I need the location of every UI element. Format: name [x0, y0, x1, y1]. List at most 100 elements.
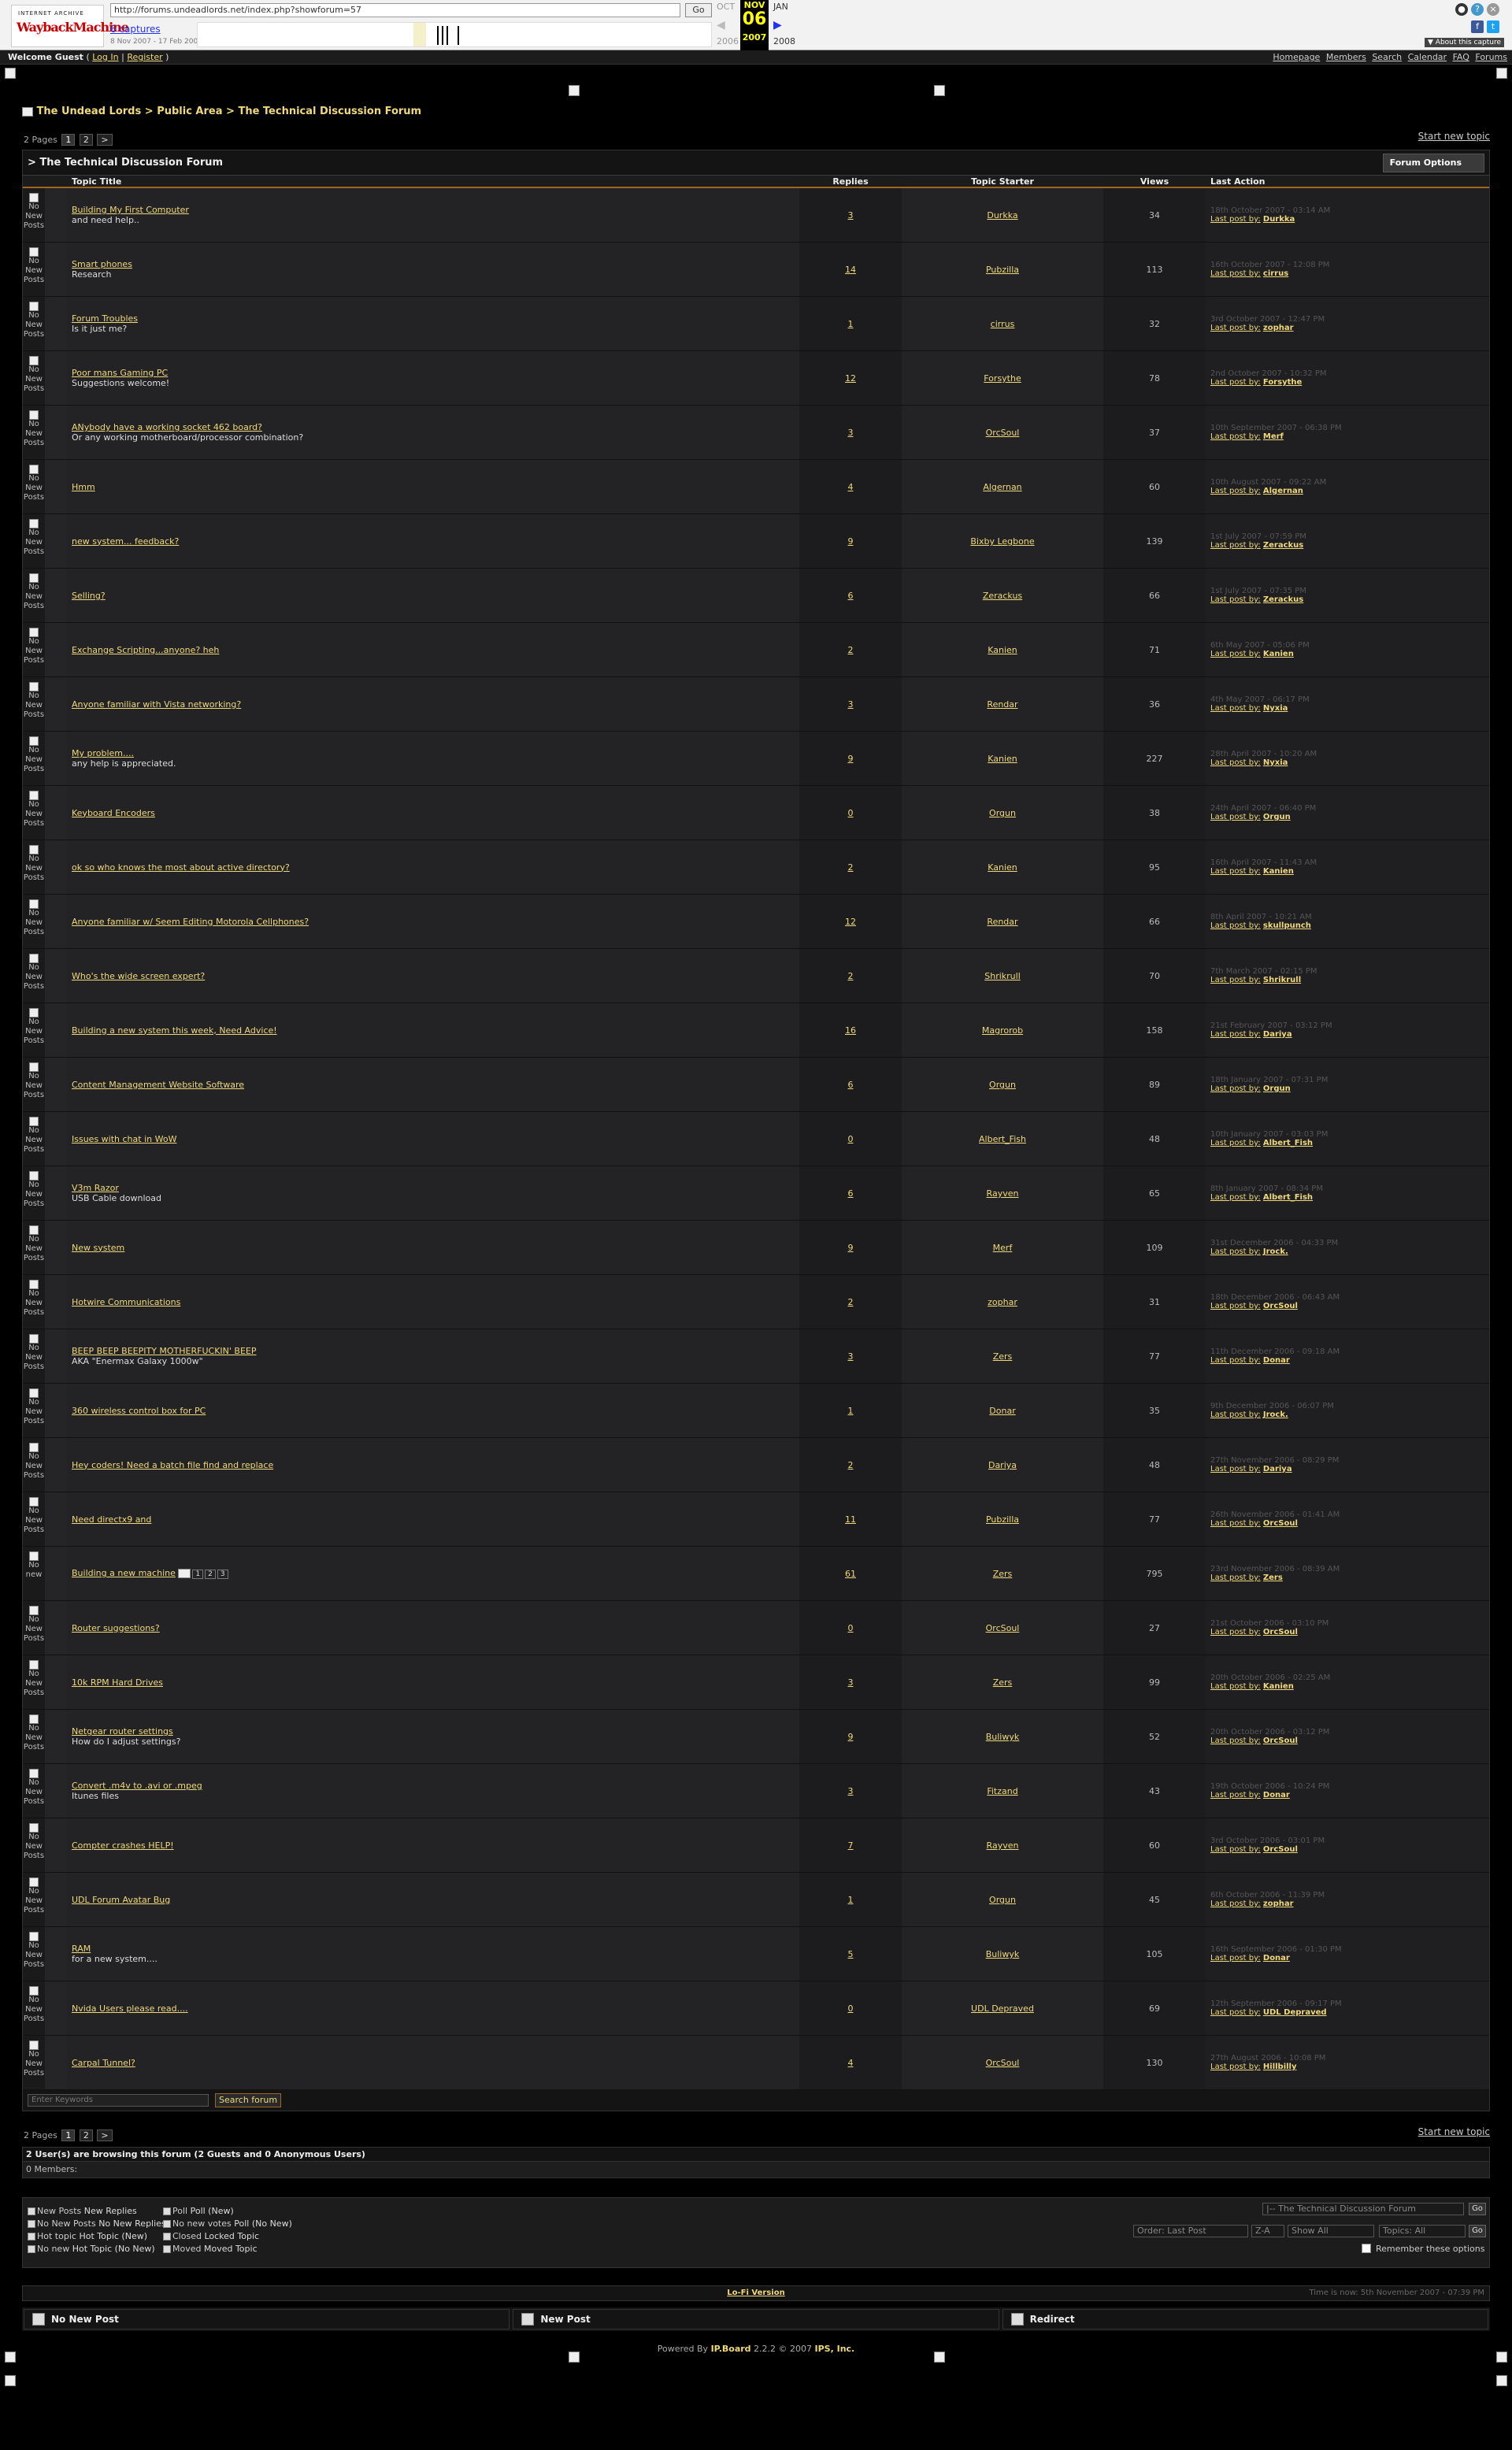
forum-jump-go[interactable]: Go	[1469, 2203, 1486, 2215]
last-post-label[interactable]: Last post by:	[1210, 1845, 1261, 1854]
header-replies[interactable]: Replies	[799, 176, 902, 187]
header-views[interactable]: Views	[1103, 176, 1206, 187]
topic-replies-link[interactable]: 3	[848, 699, 854, 710]
topic-starter-link[interactable]: Donar	[989, 1406, 1015, 1416]
topic-title-link[interactable]: 360 wireless control box for PC	[72, 1406, 206, 1416]
header-starter[interactable]: Topic Starter	[902, 176, 1103, 187]
last-post-author[interactable]: OrcSoul	[1263, 1736, 1298, 1745]
topic-replies-link[interactable]: 16	[845, 1025, 856, 1036]
last-post-date[interactable]: 8th January 2007 - 08:34 PM	[1210, 1184, 1489, 1193]
topic-title-link[interactable]: BEEP BEEP BEEPITY MOTHERFUCKIN' BEEP	[72, 1346, 257, 1356]
topic-replies-link[interactable]: 12	[845, 373, 856, 384]
last-post-date[interactable]: 1st July 2007 - 07:35 PM	[1210, 587, 1489, 595]
topic-starter-link[interactable]: Forsythe	[984, 373, 1021, 384]
topic-title-link[interactable]: Poor mans Gaming PC	[72, 368, 168, 378]
last-post-author[interactable]: Albert_Fish	[1263, 1193, 1313, 1202]
last-post-label[interactable]: Last post by:	[1210, 1030, 1261, 1039]
last-post-date[interactable]: 11th December 2006 - 09:18 AM	[1210, 1347, 1489, 1356]
last-post-date[interactable]: 31st December 2006 - 04:33 PM	[1210, 1239, 1489, 1247]
topic-starter-link[interactable]: Rendar	[987, 917, 1017, 927]
last-post-label[interactable]: Last post by:	[1210, 1193, 1261, 1202]
last-post-date[interactable]: 1st July 2007 - 07:59 PM	[1210, 532, 1489, 541]
topic-replies-link[interactable]: 2	[848, 862, 854, 873]
topic-starter-link[interactable]: Zers	[993, 1351, 1013, 1362]
topic-replies-link[interactable]: 7	[848, 1840, 854, 1851]
nav-forums[interactable]: Forums	[1475, 52, 1507, 62]
topic-replies-link[interactable]: 12	[845, 917, 856, 927]
topic-title-link[interactable]: Hotwire Communications	[72, 1297, 180, 1307]
topic-starter-link[interactable]: Merf	[993, 1243, 1013, 1253]
ipboard-link[interactable]: IP.Board	[711, 2344, 751, 2354]
account-icon[interactable]: ●	[1455, 3, 1468, 16]
topic-replies-link[interactable]: 1	[848, 1895, 854, 1905]
prev-arrow-icon[interactable]: ◀	[717, 19, 725, 32]
topics-select[interactable]: Topics: All	[1379, 2225, 1466, 2237]
topic-title-link[interactable]: Netgear router settings	[72, 1726, 173, 1736]
last-post-date[interactable]: 16th April 2007 - 11:43 AM	[1210, 858, 1489, 867]
last-post-author[interactable]: Forsythe	[1263, 378, 1302, 387]
topic-title-link[interactable]: Anyone familiar w/ Seem Editing Motorola…	[72, 917, 309, 927]
topic-title-link[interactable]: Convert .m4v to .avi or .mpeg	[72, 1781, 202, 1791]
topic-title-link[interactable]: New system	[72, 1243, 124, 1253]
last-post-label[interactable]: Last post by:	[1210, 650, 1261, 658]
last-post-label[interactable]: Last post by:	[1210, 1247, 1261, 1256]
last-post-label[interactable]: Last post by:	[1210, 867, 1261, 876]
last-post-author[interactable]: Albert_Fish	[1263, 1139, 1313, 1147]
topic-title-link[interactable]: Anyone familiar with Vista networking?	[72, 699, 241, 710]
topic-starter-link[interactable]: Kanien	[988, 862, 1017, 873]
start-new-topic-button[interactable]: Start new topic	[1418, 131, 1490, 142]
last-post-label[interactable]: Last post by:	[1210, 269, 1261, 278]
last-post-author[interactable]: OrcSoul	[1263, 1628, 1298, 1636]
topic-starter-link[interactable]: Zers	[993, 1569, 1013, 1579]
breadcrumb-home[interactable]: The Undead Lords	[37, 106, 142, 117]
sort-direction-select[interactable]: Z-A	[1251, 2225, 1284, 2237]
topic-title-link[interactable]: Hey coders! Need a batch file find and r…	[72, 1460, 273, 1470]
topic-replies-link[interactable]: 3	[848, 1677, 854, 1688]
topic-page-link[interactable]: 1	[192, 1570, 204, 1579]
topic-replies-link[interactable]: 0	[848, 808, 854, 818]
topic-title-link[interactable]: Selling?	[72, 591, 106, 601]
last-post-author[interactable]: Dariya	[1263, 1465, 1292, 1473]
topic-starter-link[interactable]: Pubzilla	[986, 265, 1019, 275]
last-post-author[interactable]: Zerackus	[1263, 595, 1303, 604]
last-post-date[interactable]: 6th October 2006 - 11:39 PM	[1210, 1891, 1489, 1900]
topic-title-link[interactable]: Keyboard Encoders	[72, 808, 155, 818]
last-post-author[interactable]: Zers	[1263, 1573, 1283, 1582]
last-post-label[interactable]: Last post by:	[1210, 2008, 1261, 2017]
last-post-author[interactable]: OrcSoul	[1263, 1302, 1298, 1310]
last-post-author[interactable]: Donar	[1263, 1356, 1290, 1365]
topic-replies-link[interactable]: 1	[848, 1406, 854, 1416]
topic-title-link[interactable]: Smart phones	[72, 259, 132, 269]
last-post-label[interactable]: Last post by:	[1210, 1736, 1261, 1745]
login-link[interactable]: Log In	[92, 52, 118, 62]
topic-title-link[interactable]: new system... feedback?	[72, 536, 179, 547]
nav-calendar[interactable]: Calendar	[1408, 52, 1447, 62]
topic-replies-link[interactable]: 6	[848, 1188, 854, 1199]
register-link[interactable]: Register	[127, 52, 162, 62]
next-month[interactable]: JAN	[773, 2, 788, 12]
last-post-author[interactable]: zophar	[1263, 1900, 1294, 1908]
topic-starter-link[interactable]: OrcSoul	[986, 428, 1020, 438]
sort-order-select[interactable]: Order: Last Post	[1133, 2225, 1248, 2237]
last-post-date[interactable]: 10th September 2007 - 06:38 PM	[1210, 424, 1489, 432]
topic-title-link[interactable]: ANybody have a working socket 462 board?	[72, 422, 262, 432]
topic-starter-link[interactable]: Kanien	[988, 754, 1017, 764]
last-post-label[interactable]: Last post by:	[1210, 324, 1261, 332]
last-post-label[interactable]: Last post by:	[1210, 1084, 1261, 1093]
topic-replies-link[interactable]: 3	[848, 428, 854, 438]
page-next[interactable]: >	[97, 2129, 113, 2141]
topic-page-link[interactable]: 2	[205, 1570, 216, 1579]
topic-replies-link[interactable]: 0	[848, 1623, 854, 1633]
last-post-author[interactable]: Jrock.	[1263, 1247, 1288, 1256]
forum-jump-select[interactable]: |-- The Technical Discussion Forum	[1262, 2203, 1464, 2215]
topic-starter-link[interactable]: Kanien	[988, 645, 1017, 655]
last-post-date[interactable]: 21st October 2006 - 03:10 PM	[1210, 1619, 1489, 1628]
forum-search-button[interactable]: Search forum	[215, 2093, 282, 2107]
last-post-author[interactable]: Kanien	[1263, 1682, 1294, 1691]
topic-title-link[interactable]: Compter crashes HELP!	[72, 1840, 174, 1851]
topic-replies-link[interactable]: 3	[848, 1351, 854, 1362]
last-post-author[interactable]: Merf	[1263, 432, 1284, 441]
last-post-author[interactable]: OrcSoul	[1263, 1845, 1298, 1854]
topic-replies-link[interactable]: 4	[848, 2058, 854, 2068]
topic-starter-link[interactable]: Orgun	[989, 1080, 1016, 1090]
